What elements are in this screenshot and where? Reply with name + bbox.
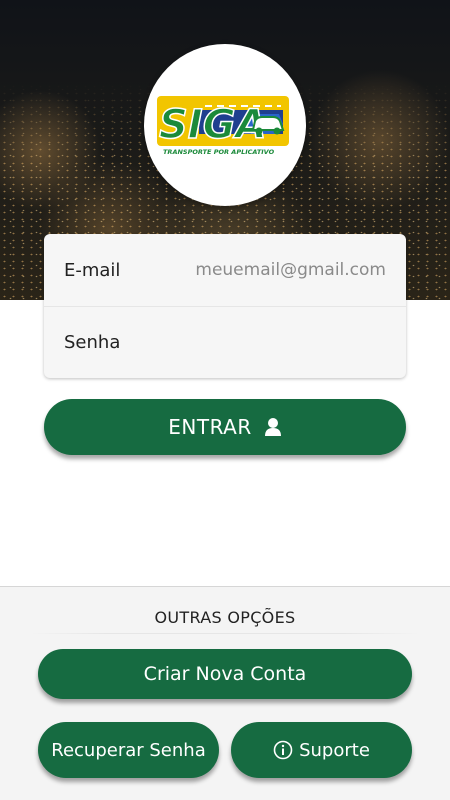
password-label: Senha [64,332,121,353]
other-options-title: OUTRAS OPÇÕES [154,608,296,627]
logo-tagline: TRANSPORTE POR APLICATIVO [163,148,275,156]
email-label: E-mail [64,259,121,281]
recover-password-button[interactable]: Recuperar Senha [38,722,219,778]
support-label: Suporte [299,739,370,761]
password-row: Senha [44,306,406,378]
password-field[interactable] [176,332,386,353]
email-row: E-mail [44,234,406,306]
create-account-button[interactable]: Criar Nova Conta [38,649,412,699]
recover-password-label: Recuperar Senha [51,739,206,761]
login-form: E-mail Senha [44,234,406,378]
enter-button[interactable]: ENTRAR [44,399,406,455]
info-icon [273,740,293,760]
logo-text: SIGA [159,102,266,148]
enter-button-label: ENTRAR [168,415,252,439]
user-icon [264,417,282,437]
email-field[interactable] [176,260,386,280]
support-button[interactable]: Suporte [231,722,412,778]
app-logo: SIGA TRANSPORTE POR APLICATIVO [144,44,306,206]
siga-logo-graphic: SIGA TRANSPORTE POR APLICATIVO [157,96,289,156]
create-account-label: Criar Nova Conta [143,663,307,685]
options-divider [30,633,420,634]
